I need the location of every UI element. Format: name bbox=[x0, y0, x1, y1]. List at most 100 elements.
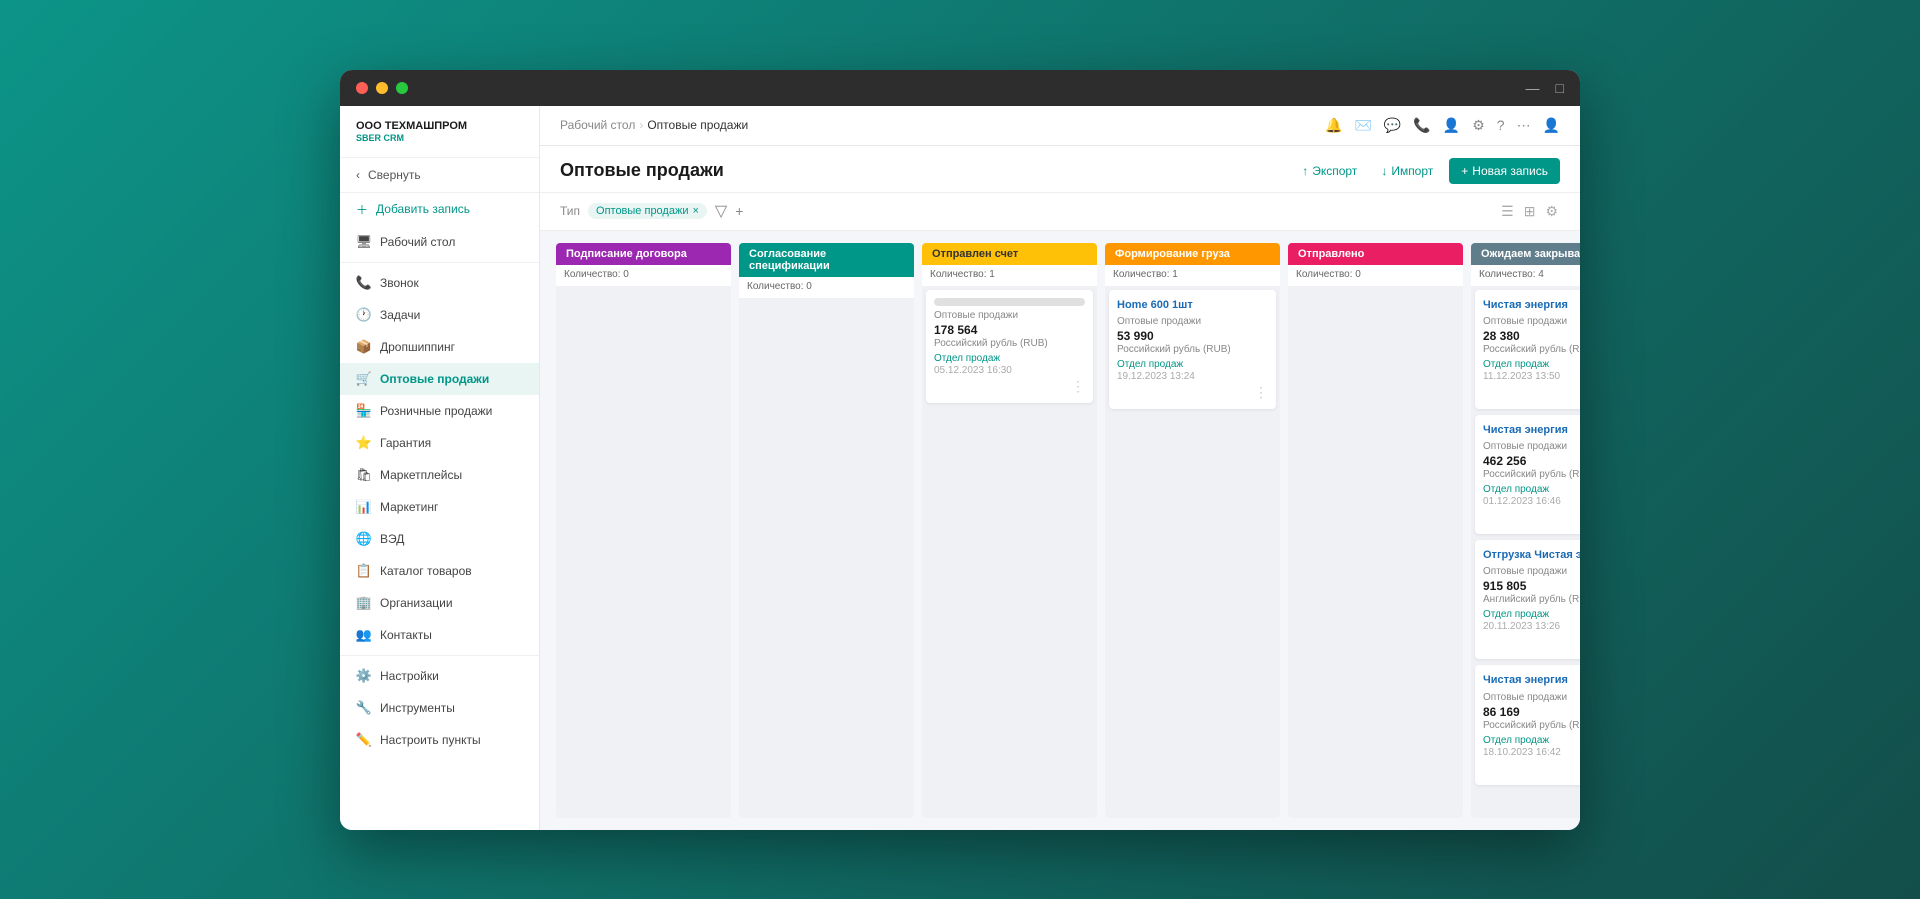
page-header-actions: ↑ Экспорт ↓ Импорт + Новая запись bbox=[1294, 158, 1560, 184]
export-icon: ↑ bbox=[1302, 164, 1308, 178]
list-view-icon[interactable]: ☰ bbox=[1499, 201, 1516, 222]
filter-remove-icon[interactable]: × bbox=[692, 205, 698, 217]
people-icon: 👥 bbox=[356, 627, 372, 643]
maximize-button[interactable] bbox=[396, 82, 408, 94]
col-header-ozhidaem: Ожидаем закрывающе bbox=[1471, 243, 1580, 265]
minimize-icon[interactable]: — bbox=[1526, 80, 1540, 96]
settings-view-icon[interactable]: ⚙ bbox=[1543, 201, 1560, 222]
import-icon: ↓ bbox=[1381, 164, 1387, 178]
card-amount: 178 564 bbox=[934, 323, 1085, 337]
card-menu-icon[interactable]: ⋮ bbox=[1483, 760, 1580, 777]
sidebar-item-label: Задачи bbox=[380, 308, 420, 322]
sidebar-item-label: Гарантия bbox=[380, 436, 431, 450]
import-button[interactable]: ↓ Импорт bbox=[1373, 160, 1441, 182]
sidebar-item-roznichnye[interactable]: 🏪 Розничные продажи bbox=[340, 395, 539, 427]
card-title: Отгрузка Чистая энергия bbox=[1483, 548, 1580, 562]
sidebar-item-nastrojki[interactable]: ⚙️ Настройки bbox=[340, 660, 539, 692]
card[interactable]: Чистая энергия Оптовые продажи 28 380 Ро… bbox=[1475, 290, 1580, 409]
sidebar-item-label: Рабочий стол bbox=[380, 235, 455, 249]
card[interactable]: Чистая энергия Оптовые продажи 86 169 Ро… bbox=[1475, 665, 1580, 784]
sidebar-item-organizacii[interactable]: 🏢 Организации bbox=[340, 587, 539, 619]
card-menu-icon[interactable]: ⋮ bbox=[1483, 384, 1580, 401]
bell-icon[interactable]: 🔔 bbox=[1325, 117, 1342, 134]
star-icon: ⭐ bbox=[356, 435, 372, 451]
sidebar-item-desktop[interactable]: 🖥 Рабочий стол bbox=[340, 226, 539, 258]
filter-add-icon[interactable]: + bbox=[735, 203, 743, 219]
kanban-board: Подписание договора Количество: 0 Соглас… bbox=[540, 231, 1580, 830]
card-menu-icon[interactable]: ⋮ bbox=[1483, 509, 1580, 526]
kanban-col-schet: Отправлен счет Количество: 1 Оптовые про… bbox=[922, 243, 1097, 818]
card-type: Оптовые продажи bbox=[1483, 316, 1580, 327]
new-record-button[interactable]: + Новая запись bbox=[1449, 158, 1560, 184]
card-dept: Отдел продаж bbox=[934, 353, 1085, 364]
kanban-col-formirovanie: Формирование груза Количество: 1 Home 60… bbox=[1105, 243, 1280, 818]
sidebar-item-kontakty[interactable]: 👥 Контакты bbox=[340, 619, 539, 651]
col-cards-soglasovanie bbox=[739, 298, 914, 818]
phone-topbar-icon[interactable]: 📞 bbox=[1413, 117, 1430, 134]
page-header: Оптовые продажи ↑ Экспорт ↓ Импорт + Нов… bbox=[540, 146, 1580, 193]
card-amount: 462 256 bbox=[1483, 454, 1580, 468]
sidebar: ООО ТЕХМАШПРОМ SBER CRM ‹ Свернуть ＋ Доб… bbox=[340, 106, 540, 830]
app-window: — □ ООО ТЕХМАШПРОМ SBER CRM ‹ Свернуть ＋… bbox=[340, 70, 1580, 830]
sidebar-item-katalog[interactable]: 📋 Каталог товаров bbox=[340, 555, 539, 587]
sidebar-item-nastroit[interactable]: ✏️ Настроить пункты bbox=[340, 724, 539, 756]
gear-icon: ⚙️ bbox=[356, 668, 372, 684]
card[interactable]: Отгрузка Чистая энергия Оптовые продажи … bbox=[1475, 540, 1580, 659]
chevron-left-icon: ‹ bbox=[356, 168, 360, 182]
col-header-podpisanie: Подписание договора bbox=[556, 243, 731, 265]
mail-icon[interactable]: ✉️ bbox=[1354, 117, 1371, 134]
card-type: Оптовые продажи bbox=[1117, 316, 1268, 327]
sidebar-item-marketplejsy[interactable]: 🛍 Маркетплейсы bbox=[340, 459, 539, 491]
settings-icon[interactable]: ⚙ bbox=[1472, 117, 1485, 134]
sidebar-collapse-button[interactable]: ‹ Свернуть bbox=[340, 158, 539, 193]
card[interactable]: Home 600 1шт Оптовые продажи 53 990 Росс… bbox=[1109, 290, 1276, 409]
chat-icon[interactable]: 💬 bbox=[1384, 117, 1401, 134]
sidebar-logo: ООО ТЕХМАШПРОМ SBER CRM bbox=[340, 106, 539, 158]
kanban-col-otpravleno: Отправлено Количество: 0 bbox=[1288, 243, 1463, 818]
sidebar-item-zvonki[interactable]: 📞 Звонок bbox=[340, 267, 539, 299]
building-icon: 🏢 bbox=[356, 595, 372, 611]
card-dept: Отдел продаж bbox=[1117, 359, 1268, 370]
sidebar-item-label: Настройки bbox=[380, 669, 439, 683]
col-count-otpravleno: Количество: 0 bbox=[1288, 265, 1463, 286]
maximize-icon[interactable]: □ bbox=[1556, 80, 1564, 96]
minimize-button[interactable] bbox=[376, 82, 388, 94]
card-amount: 53 990 bbox=[1117, 329, 1268, 343]
col-count-schet: Количество: 1 bbox=[922, 265, 1097, 286]
card-date: 11.12.2023 13:50 bbox=[1483, 371, 1580, 382]
sidebar-item-zadachi[interactable]: 🕐 Задачи bbox=[340, 299, 539, 331]
box-icon: 📦 bbox=[356, 339, 372, 355]
card[interactable]: Чистая энергия Оптовые продажи 462 256 Р… bbox=[1475, 415, 1580, 534]
users-icon[interactable]: 👤 bbox=[1443, 117, 1460, 134]
card-type: Оптовые продажи bbox=[1483, 441, 1580, 452]
filter-tag[interactable]: Оптовые продажи × bbox=[588, 203, 707, 219]
grid-view-icon[interactable]: ⊞ bbox=[1522, 201, 1538, 222]
user-avatar[interactable]: 👤 bbox=[1543, 117, 1560, 134]
add-record-button[interactable]: ＋ Добавить запись bbox=[340, 193, 539, 226]
export-button[interactable]: ↑ Экспорт bbox=[1294, 160, 1365, 182]
sidebar-item-optovye[interactable]: 🛒 Оптовые продажи bbox=[340, 363, 539, 395]
card[interactable]: Оптовые продажи 178 564 Российский рубль… bbox=[926, 290, 1093, 403]
sidebar-item-dropshipping[interactable]: 📦 Дропшиппинг bbox=[340, 331, 539, 363]
close-button[interactable] bbox=[356, 82, 368, 94]
card-currency: Российский рубль (RUB) bbox=[1483, 469, 1580, 480]
sidebar-item-garantiya[interactable]: ⭐ Гарантия bbox=[340, 427, 539, 459]
card-type: Оптовые продажи bbox=[934, 310, 1085, 321]
app-body: ООО ТЕХМАШПРОМ SBER CRM ‹ Свернуть ＋ Доб… bbox=[340, 106, 1580, 830]
sidebar-item-instrumenty[interactable]: 🔧 Инструменты bbox=[340, 692, 539, 724]
chart-icon: 📊 bbox=[356, 499, 372, 515]
breadcrumb-root[interactable]: Рабочий стол bbox=[560, 118, 635, 132]
filter-settings-icon[interactable]: ▽ bbox=[715, 201, 727, 221]
sidebar-item-marketing[interactable]: 📊 Маркетинг bbox=[340, 491, 539, 523]
sidebar-item-label: Звонок bbox=[380, 276, 419, 290]
more-icon[interactable]: ⋯ bbox=[1517, 117, 1531, 134]
sidebar-item-label: Маркетплейсы bbox=[380, 468, 462, 482]
card-menu-icon[interactable]: ⋮ bbox=[1483, 634, 1580, 651]
sidebar-item-ved[interactable]: 🌐 ВЭД bbox=[340, 523, 539, 555]
sidebar-divider-2 bbox=[340, 655, 539, 656]
view-controls: ☰ ⊞ ⚙ bbox=[1499, 201, 1560, 222]
card-menu-icon[interactable]: ⋮ bbox=[934, 378, 1085, 395]
sidebar-item-label: Каталог товаров bbox=[380, 564, 472, 578]
card-menu-icon[interactable]: ⋮ bbox=[1117, 384, 1268, 401]
help-icon[interactable]: ? bbox=[1497, 117, 1505, 133]
